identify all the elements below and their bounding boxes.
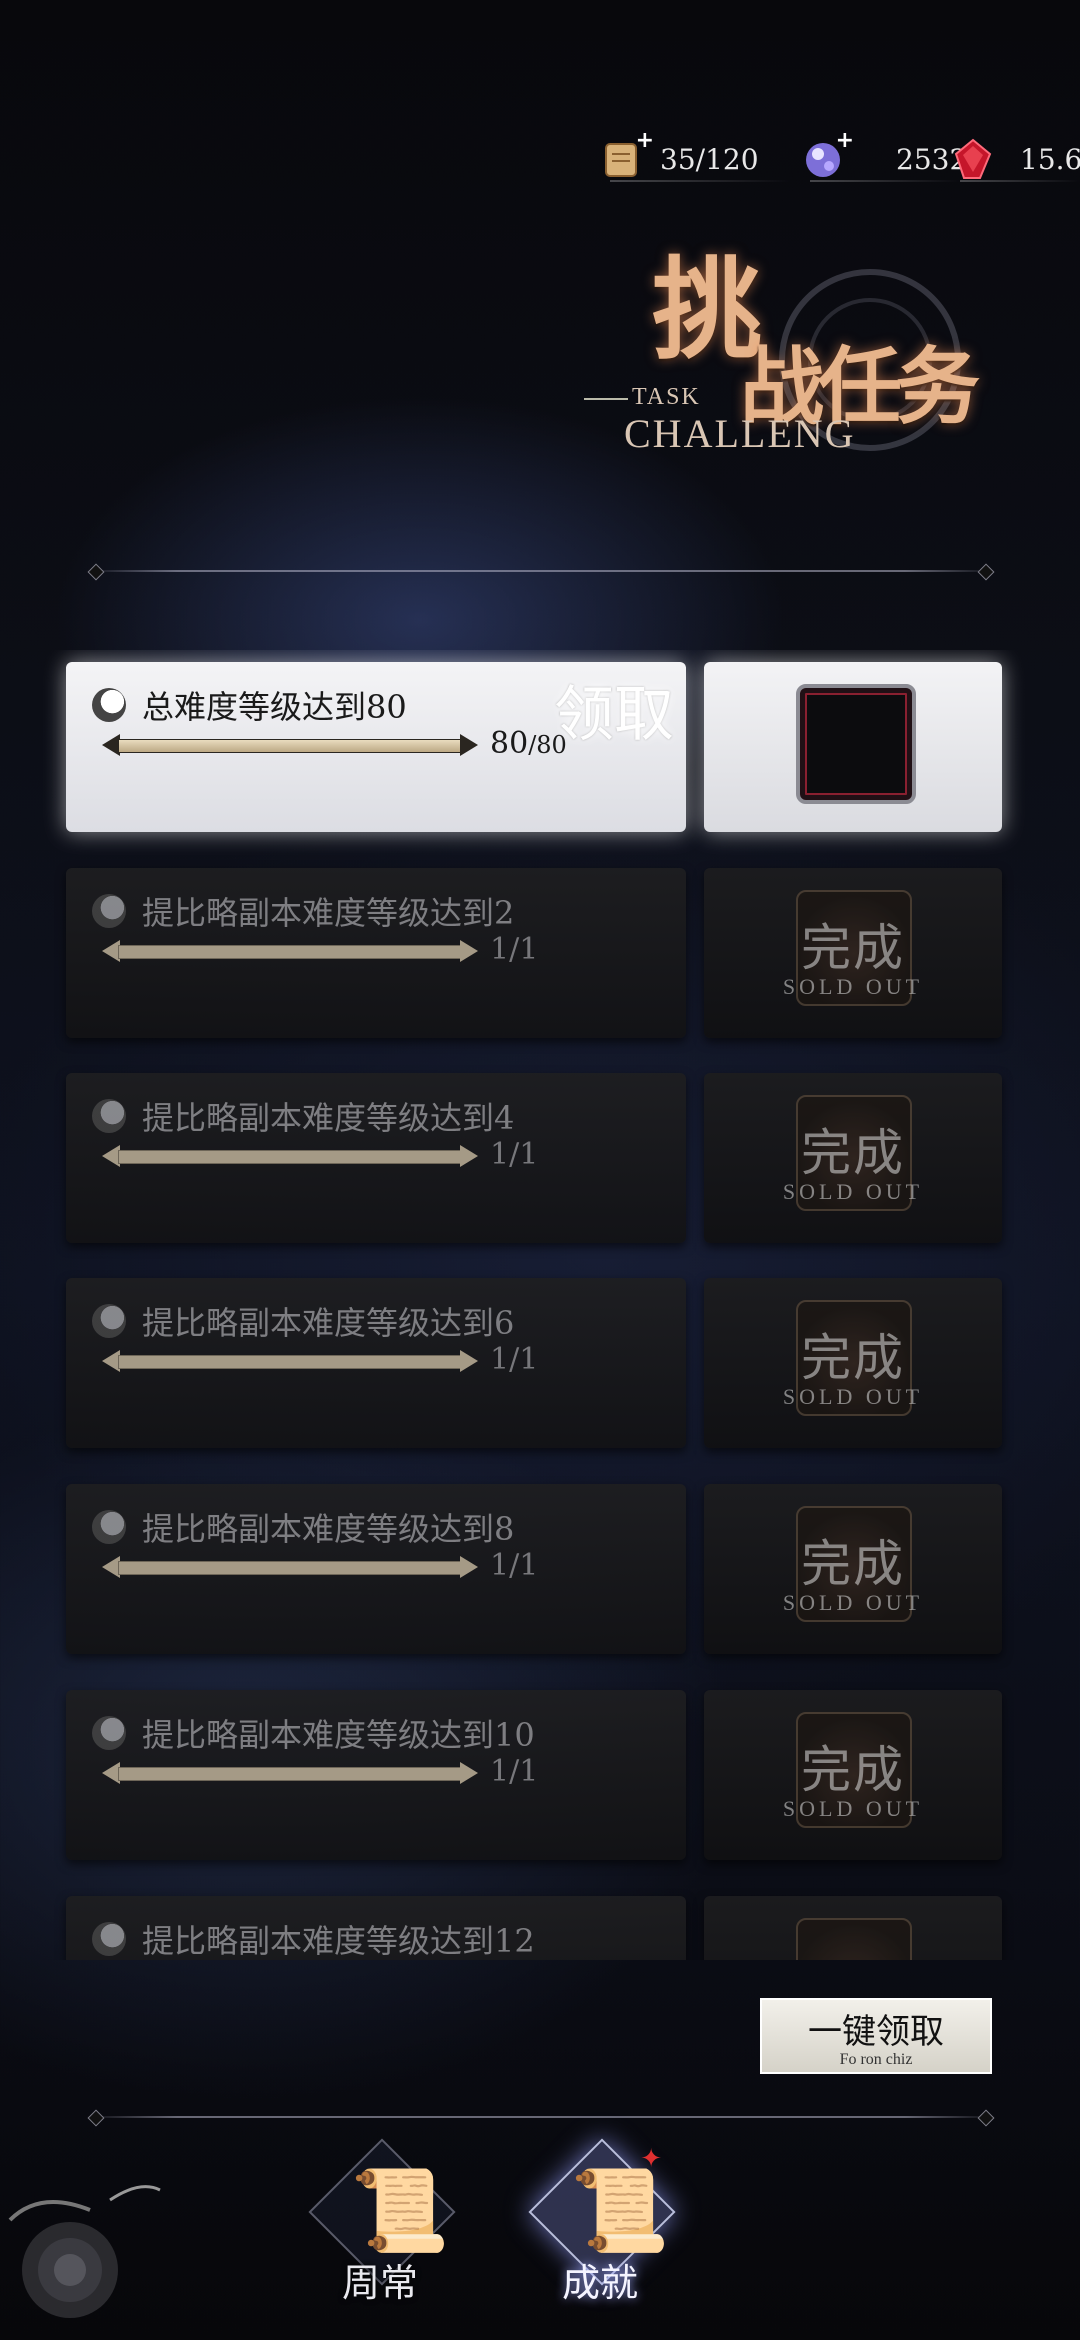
- task-row-difficulty-10: 提比略副本难度等级达到10 1/1: [66, 1690, 686, 1860]
- scroll-icon: 📜: [350, 2164, 450, 2257]
- task-description: 提比略副本难度等级达到8: [142, 1510, 515, 1548]
- bottom-divider: [86, 2116, 996, 2118]
- done-stamp: 完成: [801, 1329, 905, 1387]
- task-description: 提比略副本难度等级达到2: [142, 894, 515, 932]
- progress-bar: [102, 1145, 478, 1167]
- notification-dot-icon: ✦: [640, 2144, 662, 2174]
- resource-bar: + 35/120 + 2532 15.6M: [550, 128, 1080, 188]
- task-progress: 1/1: [490, 932, 539, 967]
- title-en-small: TASK: [632, 384, 701, 410]
- task-row-total-difficulty-80[interactable]: 总难度等级达到80 80/80 领取: [66, 662, 686, 832]
- reward-card[interactable]: 完成 SOLD OUT: [704, 1690, 1002, 1860]
- progress-bar: [102, 940, 478, 962]
- task-description: 总难度等级达到80: [142, 688, 407, 726]
- task-row-difficulty-4: 提比略副本难度等级达到4 1/1: [66, 1073, 686, 1243]
- sold-out-label: SOLD OUT: [782, 1796, 924, 1821]
- moon-icon: [92, 688, 126, 722]
- task-progress: 1/1: [490, 1548, 539, 1583]
- tab-weekly[interactable]: 📜 周常: [300, 2138, 460, 2340]
- moon-icon: [92, 1716, 126, 1750]
- done-stamp: 完成: [801, 919, 905, 977]
- claim-all-label: 一键领取: [808, 2012, 944, 2052]
- done-stamp: 完成: [801, 1741, 905, 1799]
- claim-all-sub: Fo ron chiz: [839, 2051, 913, 2068]
- reward-card[interactable]: [704, 1896, 1002, 1960]
- crystal-orb-icon: +: [800, 128, 854, 182]
- avatar-frame-reward-icon[interactable]: [796, 684, 916, 804]
- ticket-count: 35/120: [660, 142, 759, 176]
- progress-bar: [102, 1556, 478, 1578]
- moon-icon: [92, 1304, 126, 1338]
- sold-out-label: SOLD OUT: [782, 1590, 924, 1615]
- reward-item-icon: [796, 1918, 912, 1960]
- add-icon[interactable]: +: [836, 128, 854, 153]
- tab-label: 成就: [561, 2261, 638, 2305]
- gem-count: 15.6M: [1020, 142, 1080, 176]
- add-icon[interactable]: +: [636, 128, 654, 153]
- task-description: 提比略副本难度等级达到10: [142, 1716, 535, 1754]
- reward-card[interactable]: [704, 662, 1002, 832]
- reward-card[interactable]: 完成 SOLD OUT: [704, 1073, 1002, 1243]
- sold-out-label: SOLD OUT: [782, 1384, 924, 1409]
- tab-label: 周常: [341, 2261, 418, 2305]
- task-row-difficulty-8: 提比略副本难度等级达到8 1/1: [66, 1484, 686, 1654]
- task-row-difficulty-2: 提比略副本难度等级达到2 1/1: [66, 868, 686, 1038]
- moon-icon: [92, 894, 126, 928]
- claim-all-button[interactable]: 一键领取 Fo ron chiz: [760, 1998, 992, 2074]
- task-progress: 1/1: [490, 1754, 539, 1789]
- task-description: 提比略副本难度等级达到12: [142, 1922, 535, 1960]
- trophy-scroll-icon: 📜: [570, 2164, 670, 2257]
- scroll-ticket-icon: +: [600, 128, 654, 182]
- reward-card[interactable]: 完成 SOLD OUT: [704, 1484, 1002, 1654]
- done-stamp: 完成: [801, 1124, 905, 1182]
- sold-out-label: SOLD OUT: [782, 1179, 924, 1204]
- claim-button[interactable]: 领取: [554, 666, 674, 753]
- task-description: 提比略副本难度等级达到6: [142, 1304, 515, 1342]
- reward-card[interactable]: 完成 SOLD OUT: [704, 1278, 1002, 1448]
- task-row-difficulty-12: 提比略副本难度等级达到12: [66, 1896, 686, 1960]
- top-divider: [86, 570, 996, 572]
- moon-icon: [92, 1922, 126, 1956]
- red-gem-icon: [950, 136, 996, 182]
- moon-icon: [92, 1099, 126, 1133]
- progress-bar: [102, 1350, 478, 1372]
- reward-card[interactable]: 完成 SOLD OUT: [704, 868, 1002, 1038]
- tab-achievements[interactable]: 📜 成就 ✦: [520, 2138, 680, 2340]
- task-progress: 1/1: [490, 1137, 539, 1172]
- progress-bar: [102, 1762, 478, 1784]
- rose-ornament: [8, 2185, 161, 2318]
- task-description: 提比略副本难度等级达到4: [142, 1099, 515, 1137]
- sold-out-label: SOLD OUT: [782, 974, 924, 999]
- done-stamp: 完成: [801, 1535, 905, 1593]
- progress-bar: [102, 734, 478, 756]
- page-title: 挑 战任务 TASK CHALLENG: [560, 220, 980, 520]
- task-progress: 1/1: [490, 1342, 539, 1377]
- title-en-large: CHALLENG: [624, 411, 856, 456]
- moon-icon: [92, 1510, 126, 1544]
- task-row-difficulty-6: 提比略副本难度等级达到6 1/1: [66, 1278, 686, 1448]
- task-list[interactable]: 总难度等级达到80 80/80 领取 提比略副本难度等级达到2 1/1 完成 S…: [0, 650, 1080, 1960]
